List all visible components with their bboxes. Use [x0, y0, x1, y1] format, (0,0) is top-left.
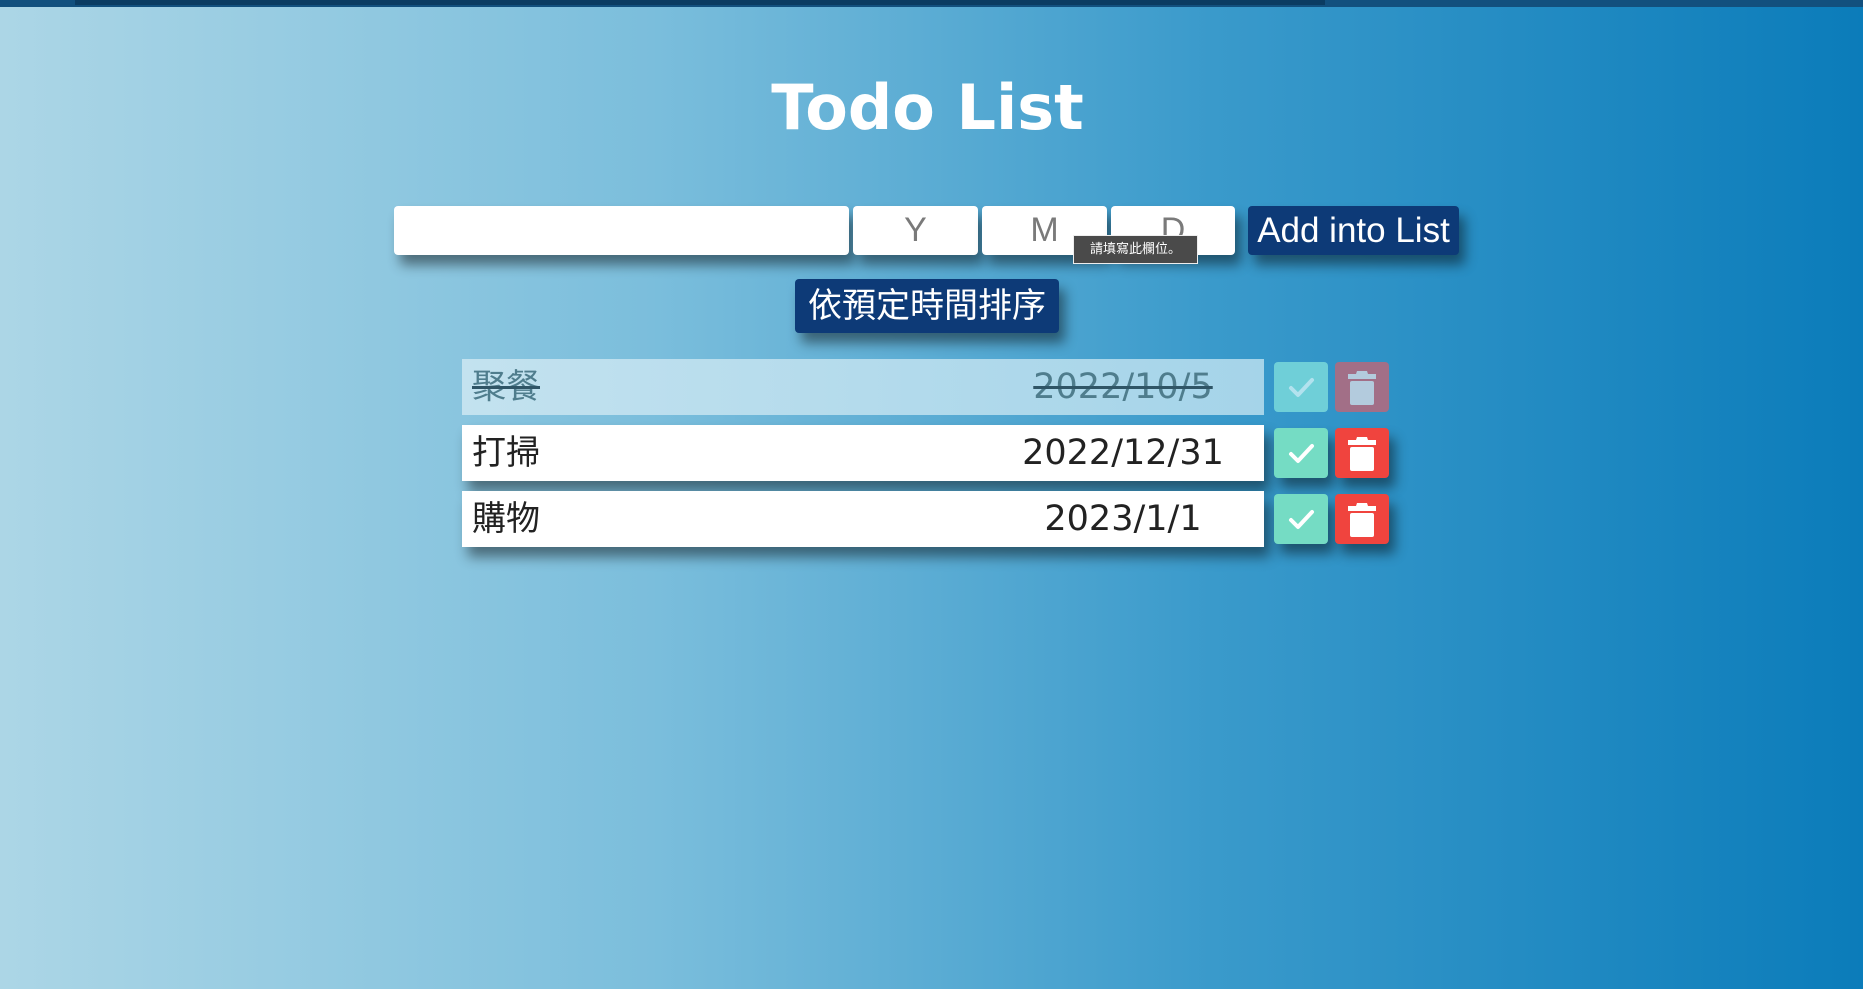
trash-icon: [1348, 371, 1376, 405]
todo-date: 2023/1/1: [1044, 499, 1202, 539]
delete-button[interactable]: [1335, 494, 1389, 544]
todo-text: 購物: [472, 499, 540, 539]
check-icon: [1289, 510, 1314, 529]
check-icon: [1289, 444, 1314, 463]
delete-button[interactable]: [1335, 428, 1389, 478]
todo-text-input[interactable]: [394, 206, 849, 255]
check-icon: [1289, 378, 1314, 397]
complete-button[interactable]: [1274, 494, 1328, 544]
trash-icon: [1348, 437, 1376, 471]
trash-icon: [1348, 503, 1376, 537]
top-bar: [0, 0, 1863, 7]
add-into-list-button[interactable]: Add into List: [1248, 206, 1459, 255]
todo-date: 2022/12/31: [1022, 433, 1224, 473]
sort-by-date-button[interactable]: 依預定時間排序: [795, 279, 1059, 333]
complete-button[interactable]: [1274, 428, 1328, 478]
validation-tooltip: 請填寫此欄位。: [1073, 235, 1198, 264]
page-title: Todo List: [771, 71, 1084, 144]
complete-button[interactable]: [1274, 362, 1328, 412]
delete-button[interactable]: [1335, 362, 1389, 412]
year-input[interactable]: [853, 206, 978, 255]
todo-date: 2022/10/5: [1033, 367, 1213, 407]
top-bar-strip: [75, 0, 1325, 5]
todo-row: 購物 2023/1/1: [462, 491, 1389, 547]
todo-row: 聚餐 2022/10/5: [462, 359, 1389, 415]
todo-text: 聚餐: [472, 367, 540, 407]
todo-text: 打掃: [472, 433, 540, 473]
todo-row: 打掃 2022/12/31: [462, 425, 1389, 481]
